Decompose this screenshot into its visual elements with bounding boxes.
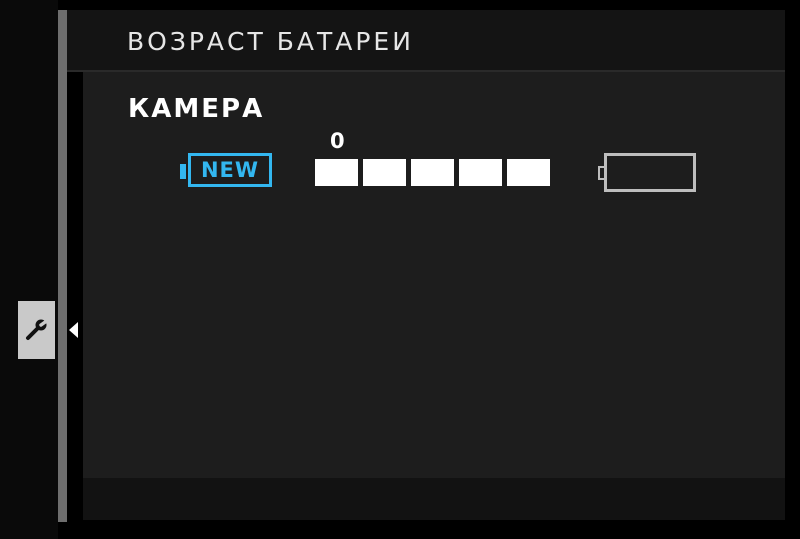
age-segment	[315, 159, 358, 186]
empty-battery-icon	[598, 153, 698, 193]
age-segment	[507, 159, 550, 186]
battery-age-scale: 0	[315, 131, 555, 191]
battery-age-screen: ВОЗРАСТ БАТАРЕИ КАМЕРА NEW 0	[0, 0, 800, 539]
setup-tab[interactable]	[18, 301, 55, 359]
header: ВОЗРАСТ БАТАРЕИ	[67, 10, 785, 72]
battery-terminal	[180, 164, 186, 179]
active-tab-arrow-icon	[69, 322, 78, 338]
new-battery-icon: NEW	[180, 153, 278, 193]
page-title: ВОЗРАСТ БАТАРЕИ	[127, 27, 414, 56]
content-panel: КАМЕРА NEW 0	[83, 72, 785, 478]
age-segment	[459, 159, 502, 186]
age-segments	[315, 159, 550, 186]
sidebar-divider	[58, 10, 67, 522]
footer-bar	[83, 478, 785, 520]
menu-sidebar	[0, 0, 58, 539]
scale-start-label: 0	[330, 129, 345, 153]
battery-body: NEW	[188, 153, 272, 187]
wrench-icon	[25, 318, 50, 340]
camera-section-label: КАМЕРА	[128, 94, 265, 124]
age-segment	[363, 159, 406, 186]
age-segment	[411, 159, 454, 186]
battery-body	[604, 153, 696, 192]
new-label: NEW	[200, 157, 260, 182]
